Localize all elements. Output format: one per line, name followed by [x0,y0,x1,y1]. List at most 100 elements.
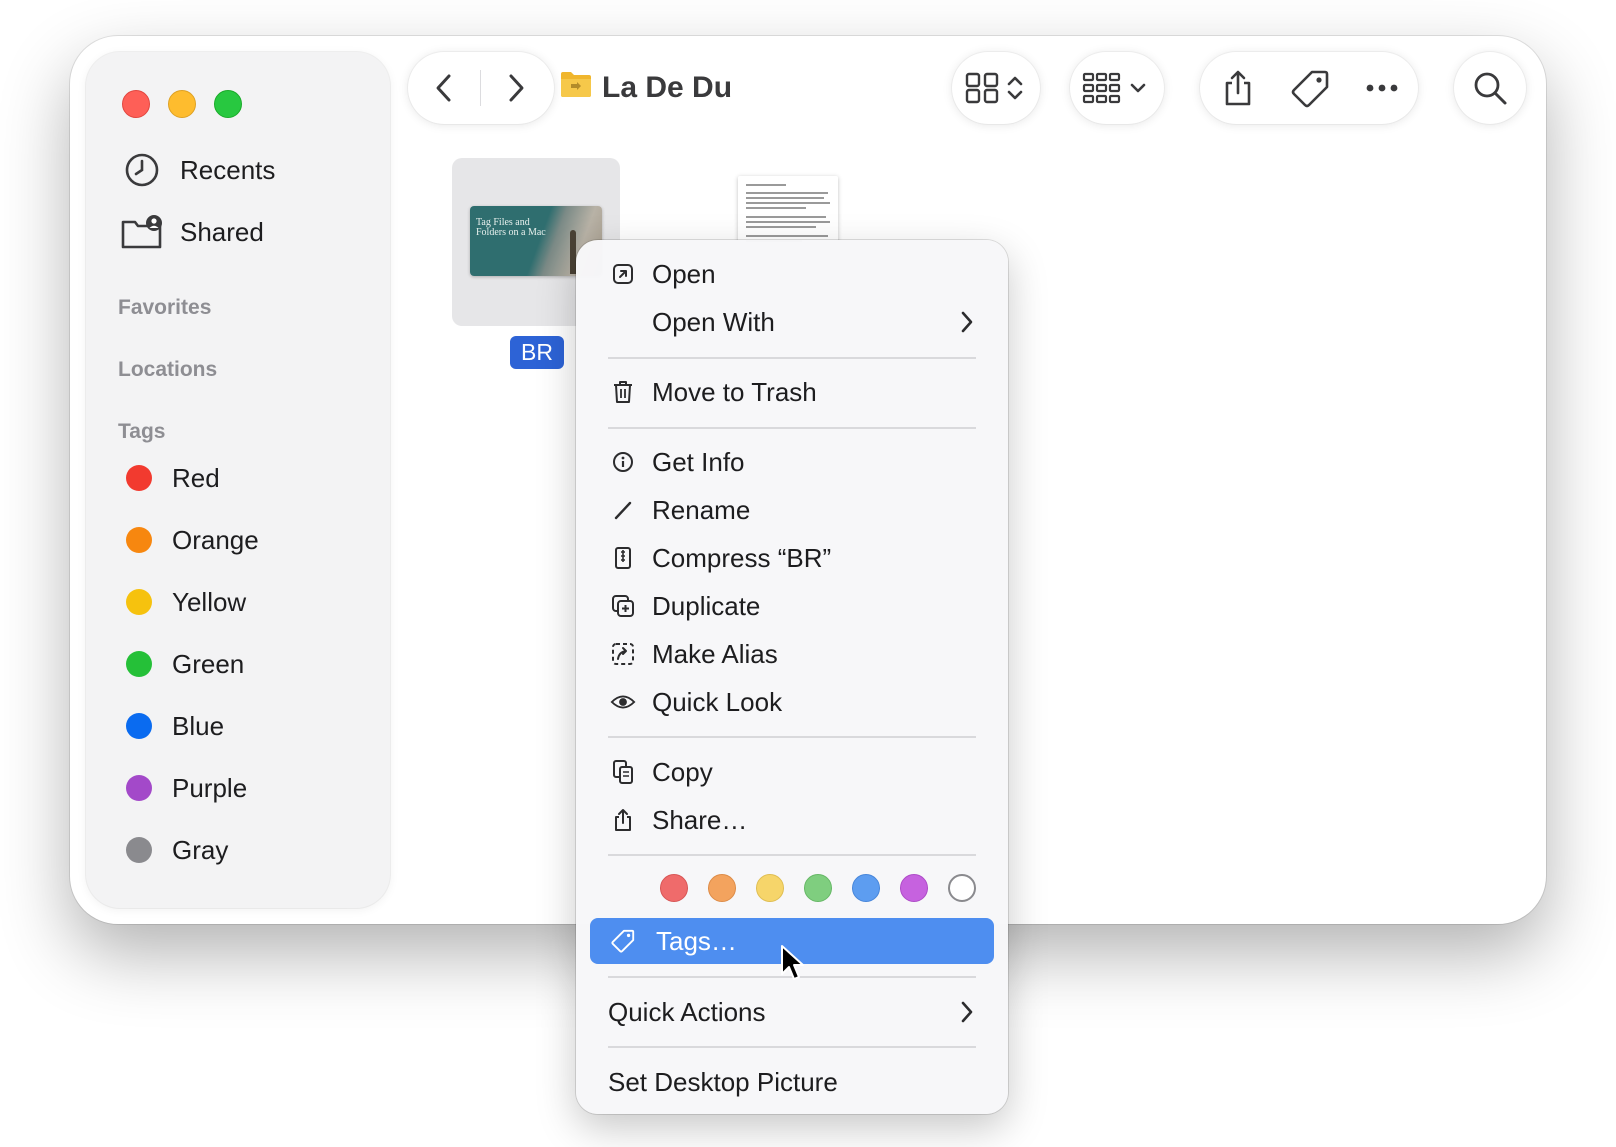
trash-icon [610,379,636,405]
tag-dot [126,527,152,553]
tag-color-purple[interactable] [900,874,928,902]
forward-icon[interactable] [494,66,538,110]
nav-divider [480,70,481,106]
menu-item-label: Move to Trash [652,376,817,407]
section-tags: Tags [118,420,166,443]
shared-folder-icon [120,210,164,254]
menu-item-label: Compress “BR” [652,542,832,573]
section-locations: Locations [118,358,218,381]
group-view-icon [1082,70,1152,106]
tag-color-yellow[interactable] [756,874,784,902]
document-thumbnail[interactable] [738,176,838,246]
back-icon[interactable] [422,66,466,110]
tag-label: Red [172,462,220,493]
menu-item-label: Quick Look [652,686,783,717]
sidebar-tag-gray[interactable]: Gray [126,830,228,870]
tag-color-blue[interactable] [852,874,880,902]
search-icon [1468,66,1512,110]
menu-item-label: Rename [652,494,751,525]
menu-separator [608,1046,976,1048]
menu-item-make-alias[interactable]: Make Alias [576,632,1008,676]
menu-item-label: Duplicate [652,590,761,621]
folder-icon [560,70,592,106]
share-icon [610,807,636,833]
menu-item-move-to-trash[interactable]: Move to Trash [576,370,1008,414]
menu-item-quick-actions[interactable]: Quick Actions [576,990,1008,1034]
sidebar-tag-purple[interactable]: Purple [126,768,247,808]
menu-item-label: Tags… [656,925,737,956]
tag-icon[interactable] [1288,66,1332,110]
sidebar-tag-red[interactable]: Red [126,458,220,498]
menu-separator [608,736,976,738]
chevron-right-icon [960,310,974,341]
tag-label: Gray [172,834,229,865]
sidebar-item-label: Recents [180,154,276,185]
sidebar-item-label: Shared [180,216,264,247]
menu-item-share[interactable]: Share… [576,798,1008,842]
view-toggle[interactable] [952,52,1040,124]
sidebar-tag-yellow[interactable]: Yellow [126,582,246,622]
archive-icon [610,545,636,571]
menu-item-label: Open [652,258,716,289]
close-button[interactable] [122,90,150,118]
menu-item-compress[interactable]: Compress “BR” [576,536,1008,580]
more-icon[interactable] [1360,66,1404,110]
menu-item-label: Copy [652,756,713,787]
tag-dot [126,837,152,863]
clock-icon [120,148,164,192]
sidebar-item-recents[interactable]: Recents [120,148,275,192]
tag-dot [126,651,152,677]
tag-icon [610,928,636,954]
tag-dot [126,713,152,739]
section-favorites: Favorites [118,296,212,319]
pencil-icon [610,497,636,523]
menu-item-label: Quick Actions [608,996,766,1027]
sidebar-item-shared[interactable]: Shared [120,210,264,254]
menu-item-label: Open With [652,306,775,337]
search-button[interactable] [1454,52,1526,124]
menu-separator [608,427,976,429]
group-toggle[interactable] [1070,52,1164,124]
minimize-button[interactable] [168,90,196,118]
menu-item-label: Share… [652,804,748,835]
menu-item-get-info[interactable]: Get Info [576,440,1008,484]
tag-label: Purple [172,772,248,803]
icon-view-icon [964,70,1028,106]
tag-dot [126,465,152,491]
tag-label: Blue [172,710,225,741]
file-name-label[interactable]: BR [510,336,564,369]
actions-group [1200,52,1418,124]
menu-item-duplicate[interactable]: Duplicate [576,584,1008,628]
tag-color-green[interactable] [804,874,832,902]
menu-item-rename[interactable]: Rename [576,488,1008,532]
menu-separator [608,854,976,856]
sidebar-tag-blue[interactable]: Blue [126,706,224,746]
tag-label: Orange [172,524,259,555]
zoom-button[interactable] [214,90,242,118]
menu-item-label: Set Desktop Picture [608,1066,838,1097]
menu-separator [608,357,976,359]
tag-color-none[interactable] [948,874,976,902]
tag-color-red[interactable] [660,874,688,902]
thumbnail-text: Tag Files and Folders on a Mac [476,217,546,238]
sidebar-tag-orange[interactable]: Orange [126,520,259,560]
menu-item-label: Make Alias [652,638,778,669]
window-title: La De Du [560,66,732,110]
menu-item-quick-look[interactable]: Quick Look [576,680,1008,724]
info-icon [610,449,636,475]
open-icon [610,261,636,287]
menu-item-copy[interactable]: Copy [576,750,1008,794]
tag-dot [126,775,152,801]
tag-label: Yellow [172,586,247,617]
eye-icon [610,689,636,715]
menu-item-set-desktop-picture[interactable]: Set Desktop Picture [576,1060,1008,1104]
copy-icon [610,759,636,785]
alias-icon [610,641,636,667]
share-icon[interactable] [1216,66,1260,110]
sidebar-tag-green[interactable]: Green [126,644,244,684]
menu-item-open-with[interactable]: Open With [576,300,1008,344]
tag-color-orange[interactable] [708,874,736,902]
mouse-pointer-icon [780,944,806,987]
menu-item-open[interactable]: Open [576,252,1008,296]
menu-item-label: Get Info [652,446,745,477]
